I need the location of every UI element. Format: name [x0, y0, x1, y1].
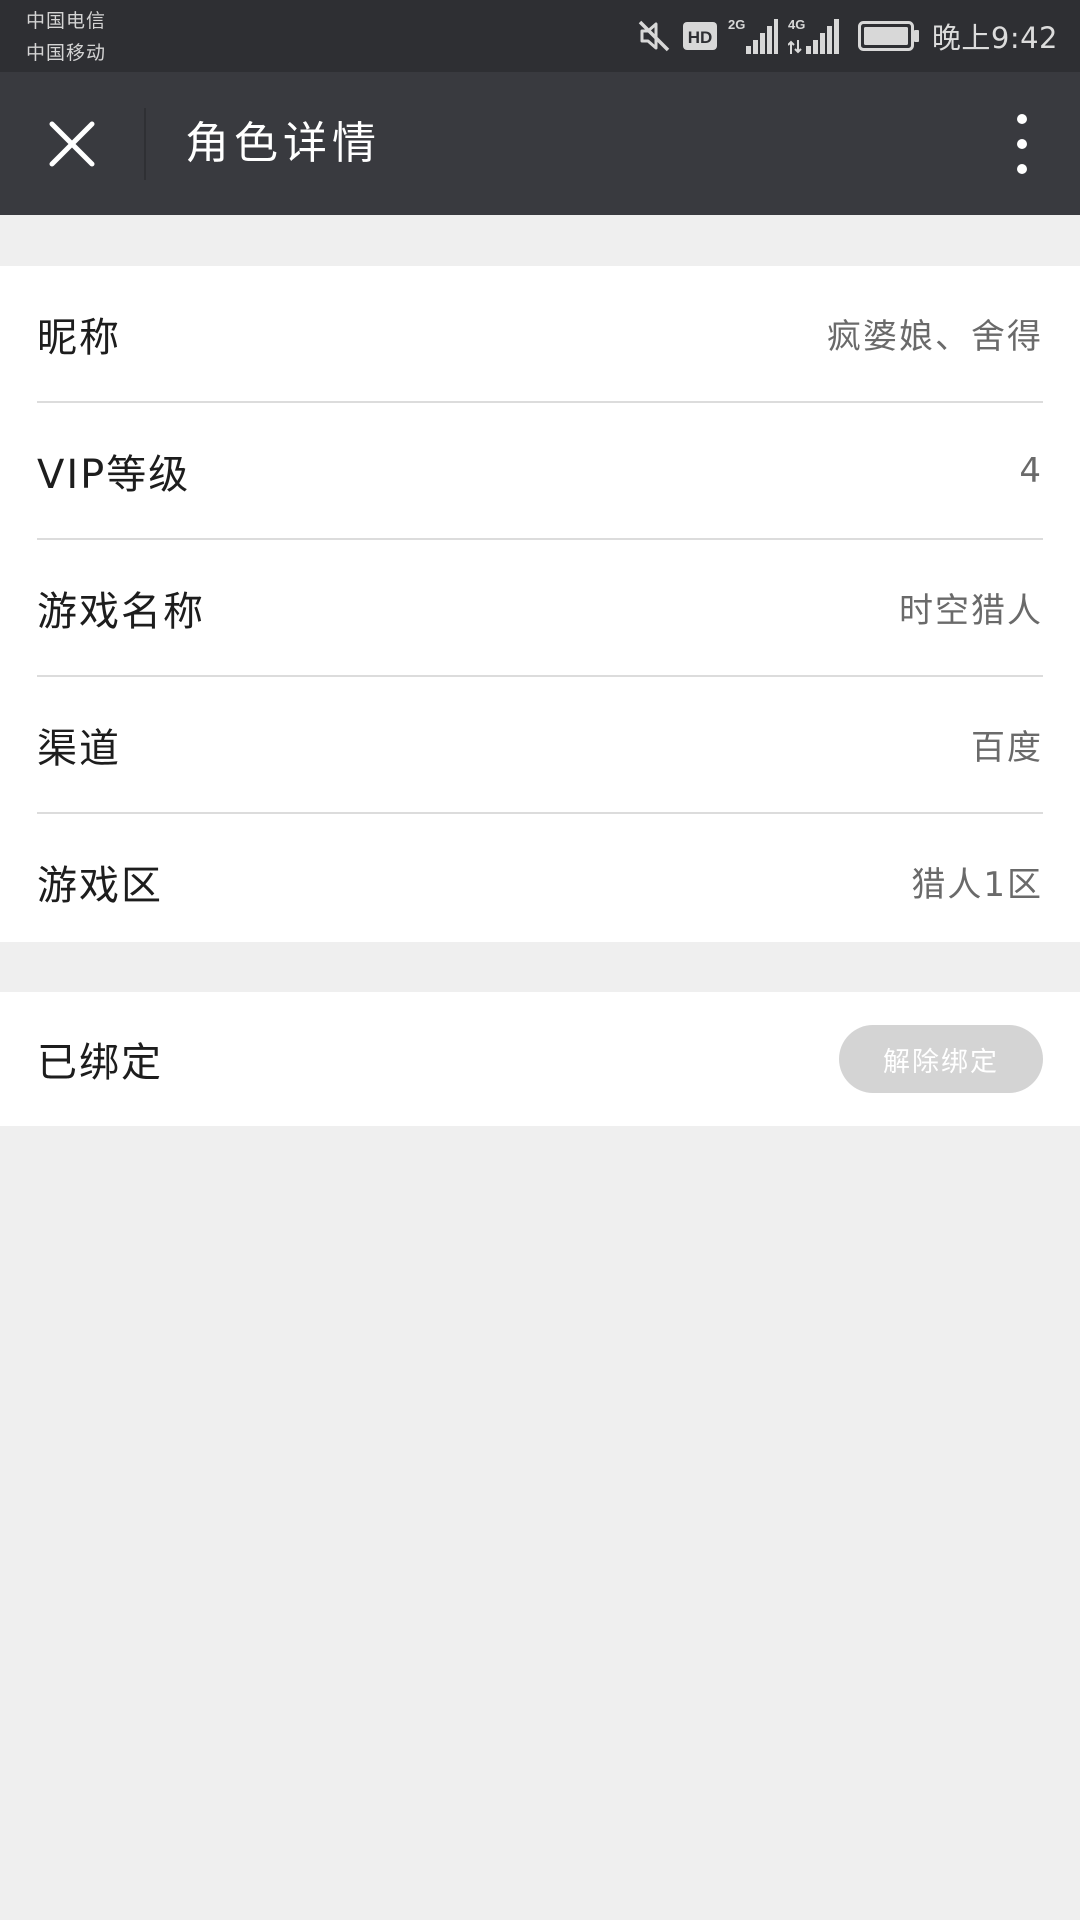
game-server-label: 游戏区 — [37, 862, 163, 909]
unbind-button[interactable]: 解除绑定 — [839, 1025, 1043, 1093]
more-vertical-icon-dot — [1017, 164, 1027, 174]
vip-level-label: VIP等级 — [37, 451, 191, 498]
role-details-card: 昵称 疯婆娘、舍得 VIP等级 4 游戏名称 时空猎人 渠道 百度 游戏区 猎人… — [0, 266, 1080, 942]
game-name-label: 游戏名称 — [37, 588, 205, 635]
carrier-2: 中国移动 — [26, 42, 107, 64]
game-server-value: 猎人1区 — [911, 865, 1043, 905]
page-title: 角色详情 — [185, 118, 381, 169]
network-4g-label: 4G — [788, 17, 805, 32]
detail-row-game-server: 游戏区 猎人1区 — [37, 812, 1043, 949]
detail-row-game-name: 游戏名称 时空猎人 — [37, 538, 1043, 675]
hd-icon: HD — [682, 20, 718, 52]
nickname-value: 疯婆娘、舍得 — [827, 317, 1043, 357]
signal-2g-icon: 2G — [728, 16, 778, 56]
channel-label: 渠道 — [37, 725, 121, 772]
binding-row: 已绑定 解除绑定 — [37, 992, 1043, 1126]
nickname-label: 昵称 — [37, 314, 121, 361]
more-vertical-icon-dot — [1017, 139, 1027, 149]
status-time: 晚上9:42 — [931, 21, 1058, 55]
more-options-button[interactable] — [994, 110, 1050, 178]
detail-row-channel: 渠道 百度 — [37, 675, 1043, 812]
close-button[interactable] — [40, 112, 104, 176]
binding-status-label: 已绑定 — [37, 1040, 163, 1086]
carrier-1: 中国电信 — [26, 10, 107, 32]
signal-4g-icon: 4G — [787, 16, 844, 56]
binding-card: 已绑定 解除绑定 — [0, 992, 1080, 1126]
battery-icon — [857, 21, 920, 51]
title-bar: 角色详情 — [0, 72, 1080, 215]
channel-value: 百度 — [971, 728, 1043, 768]
detail-row-nickname: 昵称 疯婆娘、舍得 — [37, 266, 1043, 401]
status-bar: 中国电信 中国移动 HD 2G 4G 晚上9:42 — [0, 0, 1080, 72]
vip-level-value: 4 — [1019, 450, 1043, 491]
title-divider — [144, 108, 146, 180]
detail-row-vip-level: VIP等级 4 — [37, 401, 1043, 538]
game-name-value: 时空猎人 — [899, 591, 1043, 631]
mute-icon — [636, 18, 672, 54]
hd-label: HD — [688, 28, 713, 47]
more-vertical-icon — [1017, 114, 1027, 124]
network-2g-label: 2G — [728, 17, 745, 32]
status-icons: HD 2G 4G 晚上9:42 — [626, 0, 1058, 72]
close-icon — [49, 121, 95, 167]
